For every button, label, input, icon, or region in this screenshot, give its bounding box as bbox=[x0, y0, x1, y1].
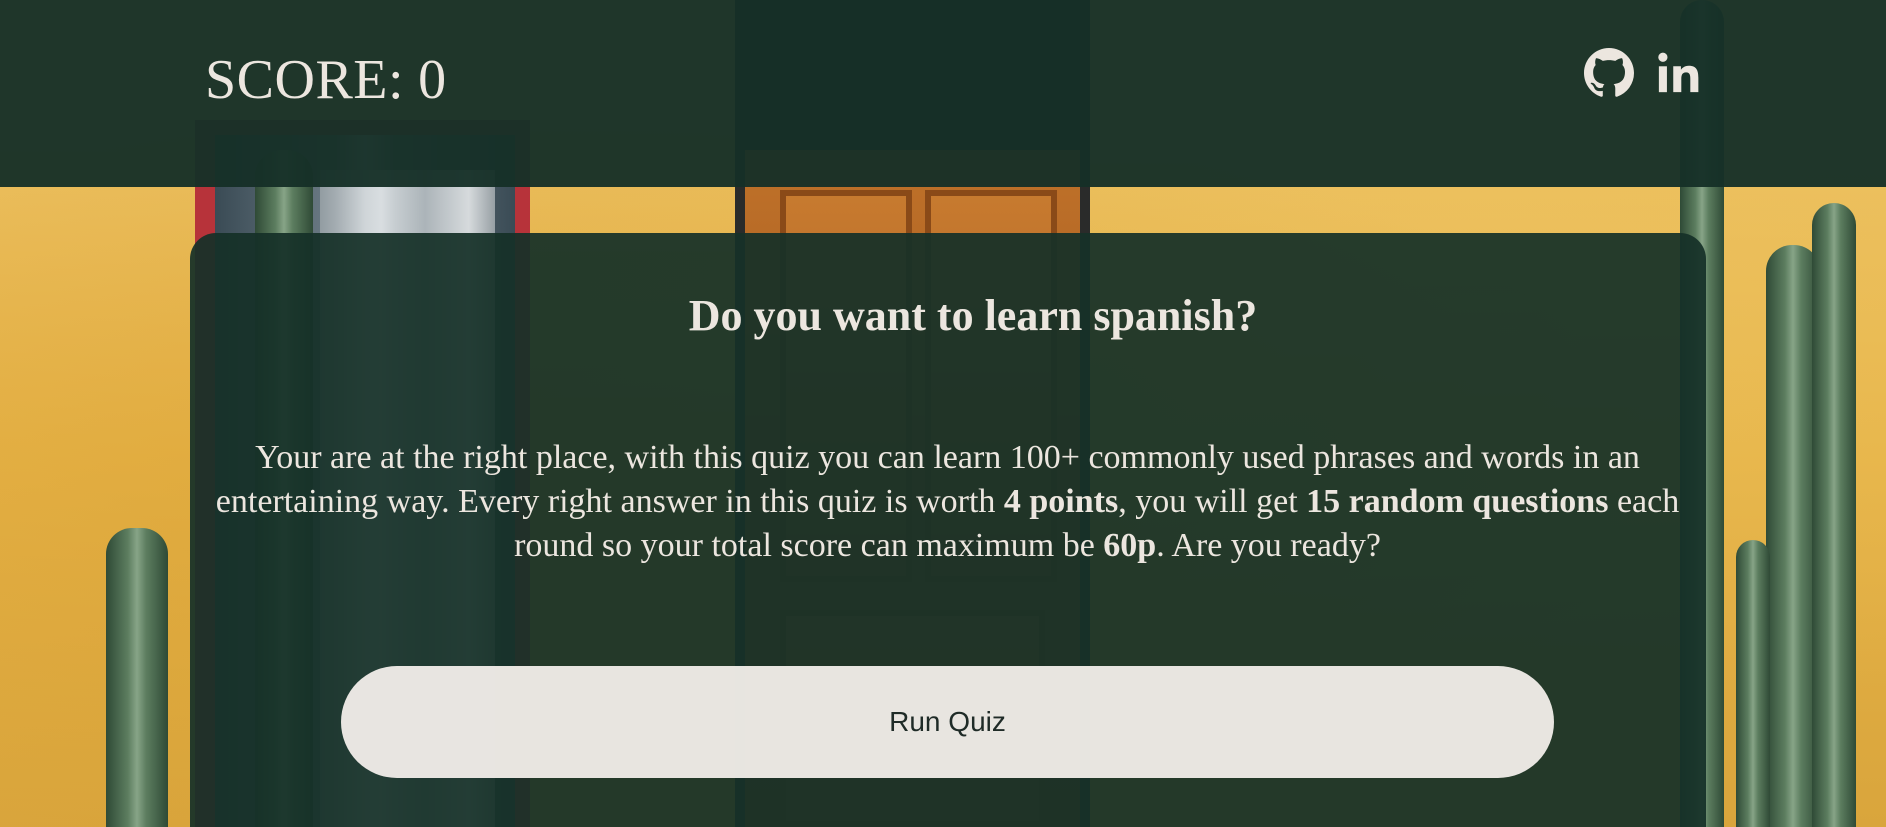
intro-description: Your are at the right place, with this q… bbox=[200, 436, 1695, 568]
intro-highlight: 60p bbox=[1103, 527, 1157, 564]
intro-text: . Are you ready? bbox=[1156, 527, 1381, 564]
run-quiz-button[interactable]: Run Quiz bbox=[341, 666, 1554, 778]
linkedin-icon bbox=[1658, 52, 1699, 93]
score-label: SCORE: bbox=[205, 49, 405, 111]
background-cactus bbox=[1736, 540, 1770, 827]
quiz-start-page: SCORE: 0 Do you want to learn spanish? Yo… bbox=[0, 0, 1886, 827]
header-bar: SCORE: 0 bbox=[0, 0, 1886, 187]
github-link[interactable] bbox=[1584, 48, 1634, 98]
intro-highlight: 15 random questions bbox=[1306, 483, 1609, 520]
intro-highlight: 4 points bbox=[1003, 483, 1119, 520]
score-display: SCORE: 0 bbox=[205, 48, 447, 112]
github-icon bbox=[1584, 48, 1634, 97]
intro-title: Do you want to learn spanish? bbox=[688, 291, 1258, 340]
score-value: 0 bbox=[418, 49, 447, 111]
intro-text: , you will get bbox=[1118, 483, 1307, 520]
background-cactus bbox=[106, 528, 168, 827]
social-links bbox=[1584, 48, 1702, 98]
linkedin-link[interactable] bbox=[1656, 50, 1702, 96]
